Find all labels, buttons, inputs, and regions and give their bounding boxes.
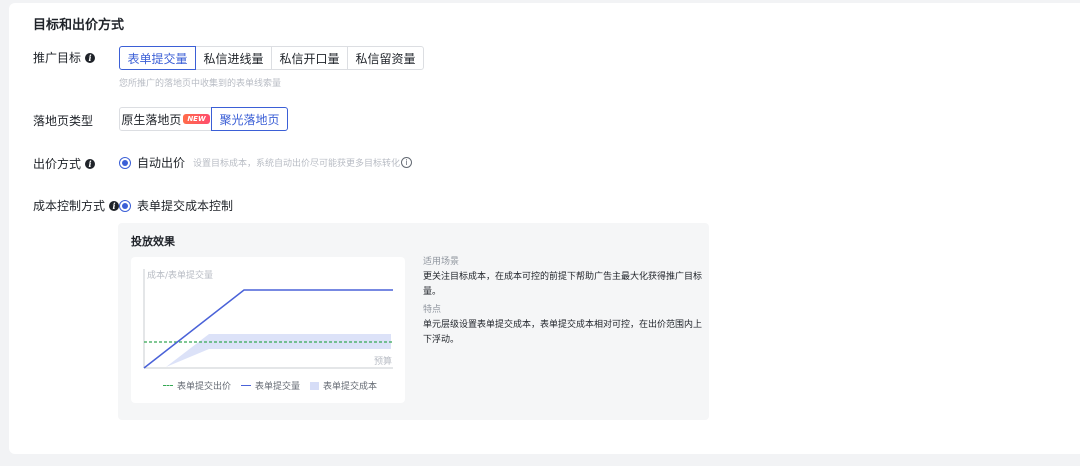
scene-block: 适用场景 更关注目标成本，在成本可控的前提下帮助广告主最大化获得推广目标量。 <box>423 255 703 300</box>
legend-cost: 表单提交成本 <box>310 379 377 392</box>
goal-option-dm-open[interactable]: 私信开口量 <box>271 46 348 70</box>
bid-method-label: 出价方式 i <box>33 155 96 172</box>
info-icon[interactable]: i <box>85 158 96 169</box>
landing-type-segmented: 原生落地页 NEW 聚光落地页 <box>119 107 288 131</box>
cost-control-radio[interactable]: 表单提交成本控制 <box>119 197 233 214</box>
promotion-goal-hint: 您所推广的落地页中收集到的表单线索量 <box>119 79 282 89</box>
scene-label: 适用场景 <box>423 257 460 267</box>
radio-selected-icon <box>119 199 131 212</box>
feature-block: 特点 单元层级设置表单提交成本，表单提交成本相对可控，在出价范围内上下浮动。 <box>423 303 703 348</box>
legend-bid: 表单提交出价 <box>163 379 231 392</box>
bid-method-auto-radio[interactable]: 自动出价 设置目标成本，系统自动出价尽可能获更多目标转化 i <box>119 154 413 171</box>
goal-option-dm-inbound[interactable]: 私信进线量 <box>195 46 272 70</box>
effect-panel: 投放效果 成本/表单提交量 预算 表单提交出价 表单提交量 表单提交成本 适用场… <box>118 223 709 420</box>
radio-selected-icon <box>119 156 131 169</box>
info-icon[interactable]: i <box>109 200 120 211</box>
goal-option-form-submit[interactable]: 表单提交量 <box>119 46 196 70</box>
chart-legend: 表单提交出价 表单提交量 表单提交成本 <box>163 379 387 392</box>
chart-x-label: 预算 <box>374 355 392 367</box>
bid-method-desc: 设置目标成本，系统自动出价尽可能获更多目标转化 <box>193 159 401 169</box>
landing-option-juguang[interactable]: 聚光落地页 <box>211 107 288 131</box>
landing-option-native[interactable]: 原生落地页 NEW <box>119 107 212 131</box>
cost-control-label: 成本控制方式 i <box>33 197 120 214</box>
feature-label: 特点 <box>423 305 442 315</box>
effect-panel-title: 投放效果 <box>131 235 175 248</box>
info-circle-icon[interactable]: i <box>401 157 413 168</box>
chart-y-label: 成本/表单提交量 <box>147 269 213 281</box>
feature-text: 单元层级设置表单提交成本，表单提交成本相对可控，在出价范围内上下浮动。 <box>423 320 703 345</box>
landing-type-label: 落地页类型 <box>33 114 94 128</box>
goal-option-dm-leads[interactable]: 私信留资量 <box>347 46 424 70</box>
legend-volume: 表单提交量 <box>241 379 300 392</box>
promotion-goal-label: 推广目标 i <box>33 49 96 66</box>
info-icon[interactable]: i <box>85 52 96 63</box>
effect-chart: 成本/表单提交量 预算 表单提交出价 表单提交量 表单提交成本 <box>131 257 405 403</box>
goal-bid-card: 目标和出价方式 推广目标 i 表单提交量 私信进线量 私信开口量 私信留资量 您… <box>9 3 1080 454</box>
scene-text: 更关注目标成本，在成本可控的前提下帮助广告主最大化获得推广目标量。 <box>423 272 703 297</box>
cost-band <box>166 334 391 367</box>
section-title: 目标和出价方式 <box>33 18 125 33</box>
promotion-goal-segmented: 表单提交量 私信进线量 私信开口量 私信留资量 <box>119 46 424 70</box>
new-badge: NEW <box>183 114 210 124</box>
